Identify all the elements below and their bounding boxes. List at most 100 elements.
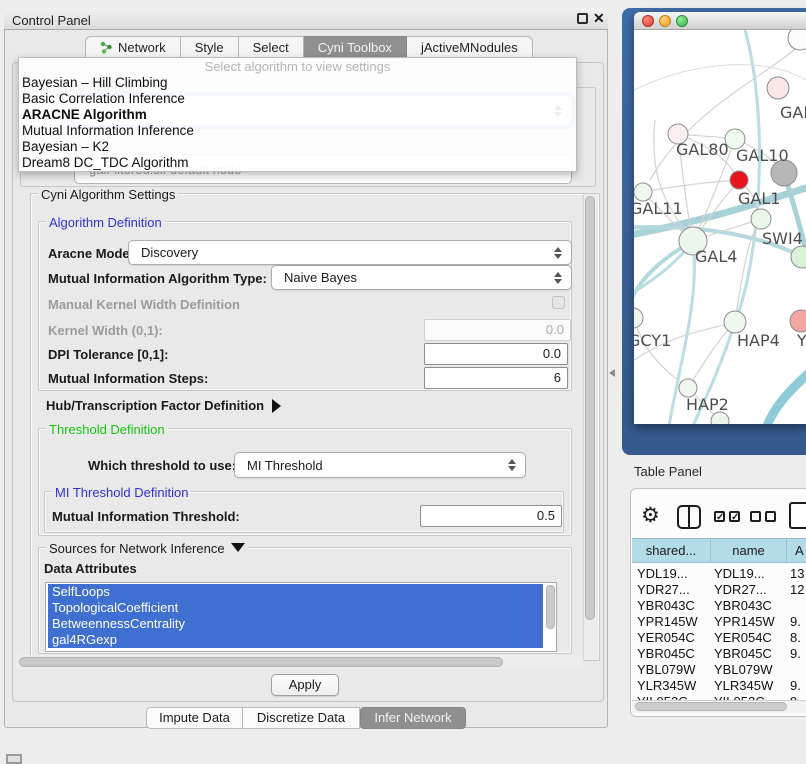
mi-steps-label: Mutual Information Steps: <box>48 371 208 386</box>
tab-jactivemnodules[interactable]: jActiveMNodules <box>407 36 533 59</box>
dropdown-item[interactable]: Bayesian – K2 <box>22 139 522 155</box>
apply-button[interactable]: Apply <box>271 674 339 696</box>
kernel-width-field: 0.0 <box>424 319 571 341</box>
table-cell[interactable]: 9. <box>790 678 801 693</box>
node-gal1[interactable] <box>751 209 771 229</box>
table-cell[interactable]: 9. <box>790 614 801 629</box>
algorithm-definition-title: Algorithm Definition <box>46 215 165 230</box>
close-icon[interactable]: ✕ <box>593 10 605 27</box>
attribute-item-selected[interactable]: TopologicalCoefficient <box>48 600 543 616</box>
node-label: GCY1 <box>634 331 671 350</box>
table-cell[interactable]: YDR27... <box>714 582 767 597</box>
node[interactable] <box>788 30 806 50</box>
mi-steps-field[interactable]: 6 <box>424 367 568 389</box>
dpi-tolerance-label: DPI Tolerance [0,1]: <box>48 347 168 362</box>
deselect-all-checkbox-icon[interactable] <box>750 511 761 522</box>
column-header-name[interactable]: name <box>711 538 787 563</box>
table-cell[interactable]: YBR045C <box>714 646 772 661</box>
tab-infer-network[interactable]: Infer Network <box>360 707 466 729</box>
data-attributes-label: Data Attributes <box>44 561 137 576</box>
gear-icon[interactable]: ⚙ <box>641 503 660 528</box>
table-cell[interactable]: 8. <box>790 630 801 645</box>
column-header-partial[interactable]: A <box>787 538 806 563</box>
list-scrollbar-thumb[interactable] <box>546 585 555 629</box>
node-salmon[interactable] <box>790 310 806 332</box>
table-cell[interactable]: YLR345W <box>714 678 773 693</box>
hub-definition-toggle[interactable]: Hub/Transcription Factor Definition <box>46 398 281 413</box>
settings-vscrollbar-thumb[interactable] <box>585 196 595 620</box>
mi-threshold-field[interactable]: 0.5 <box>420 505 562 527</box>
node-label: HAP4 <box>737 331 780 350</box>
select-all-checkbox-icon[interactable]: ✓ <box>729 511 740 522</box>
table-cell[interactable]: YER054C <box>637 630 695 645</box>
node-label: SWI4 <box>762 229 803 248</box>
deselect-all-checkbox-icon[interactable] <box>765 511 776 522</box>
table-cell[interactable]: 9. <box>790 646 801 661</box>
table-cell[interactable]: YPR145W <box>637 614 698 629</box>
table-cell[interactable]: YPR145W <box>714 614 775 629</box>
node-label: GAL80 <box>676 140 729 159</box>
table-cell[interactable]: YER054C <box>714 630 772 645</box>
mi-algorithm-type-combobox[interactable]: Naive Bayes <box>271 265 572 290</box>
table-cell[interactable]: YBR043C <box>714 598 772 613</box>
split-columns-icon[interactable] <box>677 505 701 529</box>
zoom-traffic-light[interactable] <box>676 15 688 27</box>
panel-resize-handle[interactable] <box>609 369 615 377</box>
table-cell[interactable]: YLR345W <box>637 678 696 693</box>
manual-kernel-width-checkbox[interactable] <box>552 296 565 309</box>
aracne-mode-combobox[interactable]: Discovery <box>128 240 572 265</box>
node-gal[interactable] <box>767 77 789 99</box>
tab-network[interactable]: Network <box>85 36 181 59</box>
sources-title-toggle[interactable]: Sources for Network Inference <box>46 541 248 556</box>
table-cell[interactable]: 12 <box>790 582 804 597</box>
export-table-icon[interactable] <box>789 502 806 529</box>
table-cell[interactable]: YBL079W <box>714 662 773 677</box>
data-attributes-list[interactable]: SelfLoops TopologicalCoefficient Between… <box>45 582 557 652</box>
threshold-definition-title: Threshold Definition <box>46 422 168 437</box>
network-canvas[interactable]: GAL GAL80 GAL10 GAL11 GAL1 SWI4 GAL4 GCY… <box>634 30 806 424</box>
node-swi4[interactable] <box>791 246 806 268</box>
network-graph: GAL GAL80 GAL10 GAL11 GAL1 SWI4 GAL4 GCY… <box>634 30 806 424</box>
dropdown-item[interactable]: Mutual Information Inference <box>22 123 522 139</box>
tab-select[interactable]: Select <box>239 36 304 59</box>
dropdown-item[interactable]: Dream8 DC_TDC Algorithm <box>22 155 522 171</box>
table-cell[interactable]: YDR27... <box>637 582 690 597</box>
node-hap4[interactable] <box>724 311 746 333</box>
which-threshold-combobox[interactable]: MI Threshold <box>234 452 526 478</box>
attribute-item-selected[interactable]: BetweennessCentrality <box>48 616 543 632</box>
node-gcy1[interactable] <box>634 308 643 328</box>
dropdown-item-selected[interactable]: ARACNE Algorithm <box>22 107 522 123</box>
manual-kernel-width-label: Manual Kernel Width Definition <box>48 297 240 312</box>
column-header-shared-name[interactable]: shared... <box>632 538 711 563</box>
table-cell[interactable]: 13 <box>790 566 804 581</box>
dpi-tolerance-field[interactable]: 0.0 <box>424 343 568 365</box>
tab-impute-data[interactable]: Impute Data <box>146 707 242 729</box>
table-cell[interactable]: YBL079W <box>637 662 696 677</box>
attribute-item-selected[interactable]: gal4RGexp <box>48 632 543 648</box>
table-cell[interactable]: YDL19... <box>637 566 688 581</box>
settings-hscrollbar-thumb[interactable] <box>19 657 503 667</box>
node-label: GAL <box>780 103 806 122</box>
minimized-panel-icon[interactable] <box>6 754 22 764</box>
mi-algorithm-type-label: Mutual Information Algorithm Type: <box>48 271 267 286</box>
tab-style[interactable]: Style <box>181 36 239 59</box>
attribute-item-selected[interactable]: SelfLoops <box>48 584 543 600</box>
dropdown-item[interactable]: Bayesian – Hill Climbing <box>22 75 522 91</box>
select-all-checkbox-icon[interactable]: ✓ <box>714 511 725 522</box>
float-window-icon[interactable] <box>577 13 588 24</box>
minimize-traffic-light[interactable] <box>659 15 671 27</box>
tab-network-label: Network <box>118 40 166 55</box>
combo-arrows-icon <box>554 272 562 284</box>
tab-cyni-toolbox[interactable]: Cyni Toolbox <box>304 36 407 59</box>
node-label: GAL4 <box>695 247 737 266</box>
table-cell[interactable]: YBR045C <box>637 646 695 661</box>
close-traffic-light[interactable] <box>642 15 654 27</box>
node-label: GAL1 <box>738 189 780 208</box>
table-hscrollbar-thumb[interactable] <box>635 702 787 711</box>
control-panel-title: Control Panel <box>12 13 91 28</box>
node-selected-red[interactable] <box>730 171 748 189</box>
table-cell[interactable]: YDL19... <box>714 566 765 581</box>
dropdown-item[interactable]: Basic Correlation Inference <box>22 91 522 107</box>
table-cell[interactable]: YBR043C <box>637 598 695 613</box>
tab-discretize-data[interactable]: Discretize Data <box>242 707 360 729</box>
